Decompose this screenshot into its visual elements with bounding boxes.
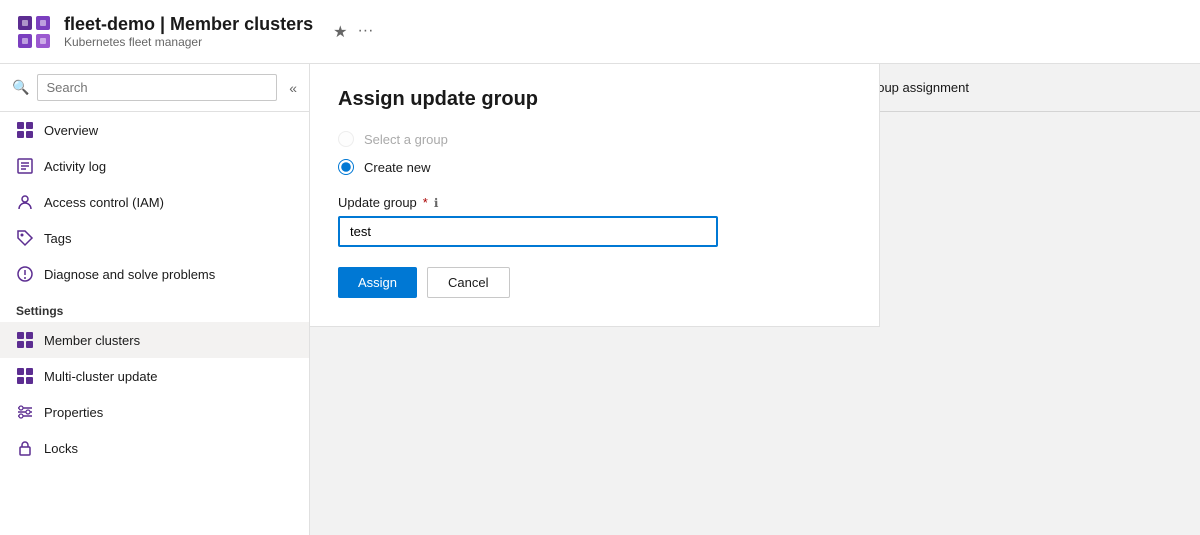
- assign-button[interactable]: Assign: [338, 267, 417, 298]
- sidebar-item-multi-cluster-update[interactable]: Multi-cluster update: [0, 358, 309, 394]
- sidebar-item-locks[interactable]: Locks: [0, 430, 309, 466]
- sidebar-item-overview-label: Overview: [44, 123, 98, 138]
- sidebar-item-iam-label: Access control (IAM): [44, 195, 164, 210]
- sidebar-item-properties[interactable]: Properties: [0, 394, 309, 430]
- diagnose-icon: [16, 265, 34, 283]
- tags-icon: [16, 229, 34, 247]
- create-new-label: Create new: [364, 160, 430, 175]
- sidebar-item-tags-label: Tags: [44, 231, 71, 246]
- content-area: + + Add 🗑 Remove ↻ Refresh ☰ Assign upda…: [310, 64, 1200, 535]
- create-new-option[interactable]: Create new: [338, 159, 851, 175]
- sidebar-item-iam[interactable]: Access control (IAM): [0, 184, 309, 220]
- search-icon: 🔍: [12, 79, 29, 96]
- settings-section-header: Settings: [0, 292, 309, 322]
- activity-log-icon: [16, 157, 34, 175]
- panel-title: Assign update group: [338, 88, 851, 111]
- sidebar-item-diagnose[interactable]: Diagnose and solve problems: [0, 256, 309, 292]
- main-layout: 🔍 « Overview Activity log Acc: [0, 64, 1200, 535]
- sidebar-item-locks-label: Locks: [44, 441, 78, 456]
- sidebar-item-properties-label: Properties: [44, 405, 103, 420]
- create-new-radio[interactable]: [338, 159, 354, 175]
- app-header: fleet-demo | Member clusters Kubernetes …: [0, 0, 1200, 64]
- sidebar-item-activity-log[interactable]: Activity log: [0, 148, 309, 184]
- collapse-button[interactable]: «: [289, 80, 297, 96]
- page-title: fleet-demo | Member clusters: [64, 14, 313, 35]
- cancel-button[interactable]: Cancel: [427, 267, 509, 298]
- app-logo: [16, 14, 52, 50]
- update-group-label: Update group * ℹ: [338, 195, 851, 210]
- sidebar-navigation: Overview Activity log Access control (IA…: [0, 112, 309, 535]
- header-title-block: fleet-demo | Member clusters Kubernetes …: [64, 14, 313, 49]
- sidebar-search-bar: 🔍 «: [0, 64, 309, 112]
- sidebar-item-diagnose-label: Diagnose and solve problems: [44, 267, 215, 282]
- sidebar-item-member-clusters-label: Member clusters: [44, 333, 140, 348]
- sidebar-item-tags[interactable]: Tags: [0, 220, 309, 256]
- locks-icon: [16, 439, 34, 457]
- search-input[interactable]: [37, 74, 277, 101]
- member-clusters-icon: [16, 331, 34, 349]
- more-icon[interactable]: ···: [357, 22, 373, 42]
- info-icon[interactable]: ℹ: [434, 196, 439, 210]
- header-actions: ★ ···: [333, 22, 373, 42]
- update-group-input[interactable]: [338, 216, 718, 247]
- favorite-icon[interactable]: ★: [333, 22, 347, 42]
- sidebar-item-multi-cluster-update-label: Multi-cluster update: [44, 369, 157, 384]
- overview-icon: [16, 121, 34, 139]
- sidebar-item-overview[interactable]: Overview: [0, 112, 309, 148]
- required-marker: *: [423, 195, 428, 210]
- iam-icon: [16, 193, 34, 211]
- panel-actions: Assign Cancel: [338, 267, 851, 298]
- sidebar-item-activity-log-label: Activity log: [44, 159, 106, 174]
- select-group-radio[interactable]: [338, 131, 354, 147]
- select-group-option[interactable]: Select a group: [338, 131, 851, 147]
- radio-group: Select a group Create new: [338, 131, 851, 175]
- page-subtitle: Kubernetes fleet manager: [64, 35, 313, 49]
- sidebar: 🔍 « Overview Activity log Acc: [0, 64, 310, 535]
- sidebar-item-member-clusters[interactable]: Member clusters: [0, 322, 309, 358]
- multi-cluster-update-icon: [16, 367, 34, 385]
- properties-icon: [16, 403, 34, 421]
- select-group-label: Select a group: [364, 132, 448, 147]
- assign-update-group-panel: Assign update group Select a group Creat…: [310, 64, 880, 327]
